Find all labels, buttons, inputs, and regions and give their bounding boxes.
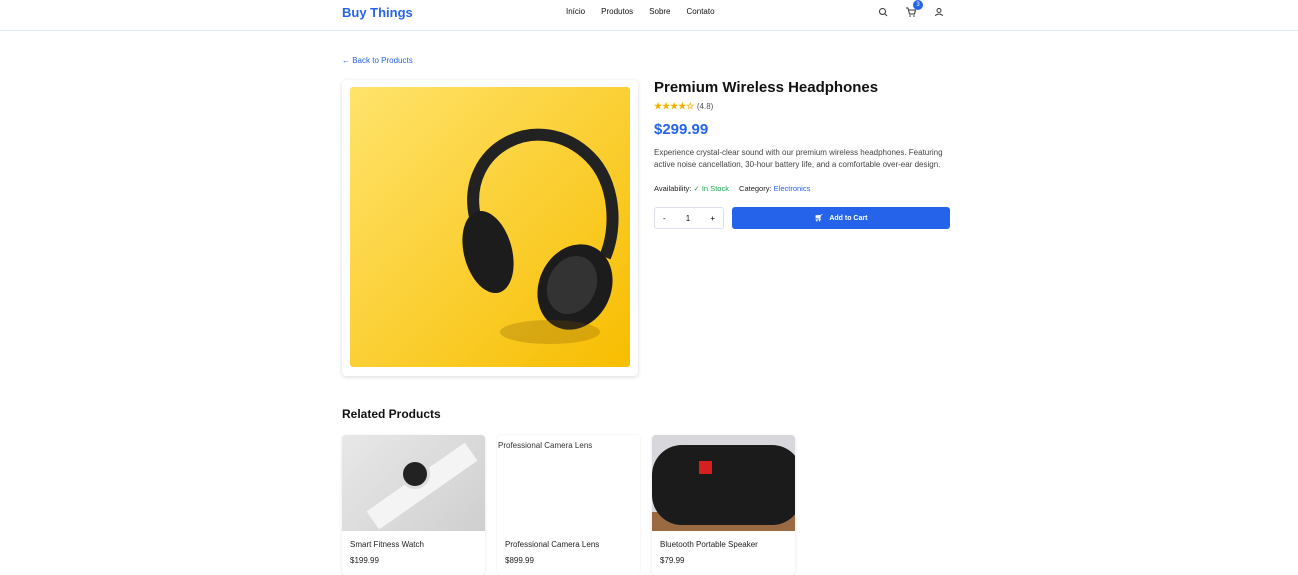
product-thumbnail-broken: Professional Camera Lens bbox=[497, 435, 640, 531]
related-product-card[interactable]: Professional Camera Lens Professional Ca… bbox=[497, 435, 640, 575]
cart-count-badge: 3 bbox=[913, 0, 923, 10]
product-name: Bluetooth Portable Speaker bbox=[660, 540, 758, 549]
quantity-value[interactable]: 1 bbox=[686, 214, 690, 223]
product-rating: ★★★★☆ (4.8) bbox=[654, 101, 713, 112]
decrease-quantity-button[interactable]: - bbox=[663, 214, 666, 223]
product-thumbnail bbox=[342, 435, 485, 531]
image-alt-text: Professional Camera Lens bbox=[498, 441, 593, 450]
related-product-card[interactable]: Bluetooth Portable Speaker $79.99 bbox=[652, 435, 795, 575]
navbar: Buy Things Início Produtos Sobre Contato… bbox=[0, 0, 1298, 31]
availability-status: ✓ In Stock bbox=[693, 184, 729, 193]
nav-link-contato[interactable]: Contato bbox=[687, 7, 715, 16]
product-description: Experience crystal-clear sound with our … bbox=[654, 148, 943, 169]
add-to-cart-button[interactable]: 🛒︎ Add to Cart bbox=[732, 207, 950, 229]
product-title: Premium Wireless Headphones bbox=[654, 79, 879, 96]
user-icon[interactable] bbox=[933, 6, 945, 18]
add-to-cart-label: Add to Cart bbox=[829, 215, 868, 222]
nav-links: Início Produtos Sobre Contato bbox=[566, 7, 715, 16]
nav-link-sobre[interactable]: Sobre bbox=[649, 7, 670, 16]
increase-quantity-button[interactable]: + bbox=[710, 214, 715, 223]
product-image-card bbox=[342, 80, 638, 376]
nav-link-inicio[interactable]: Início bbox=[566, 7, 585, 16]
related-products-title: Related Products bbox=[342, 407, 441, 421]
category-label: Category: bbox=[739, 184, 772, 193]
search-icon[interactable] bbox=[877, 6, 889, 18]
product-name: Smart Fitness Watch bbox=[350, 540, 424, 549]
back-to-products-link[interactable]: ← Back to Products bbox=[342, 56, 413, 65]
logo[interactable]: Buy Things bbox=[342, 5, 413, 20]
cart-icon: 🛒︎ bbox=[814, 215, 824, 222]
product-price: $899.99 bbox=[505, 556, 534, 565]
product-thumbnail bbox=[652, 435, 795, 531]
product-price: $199.99 bbox=[350, 556, 379, 565]
star-rating-icon: ★★★★☆ bbox=[654, 101, 695, 111]
product-meta: Availability: ✓ In Stock Category: Elect… bbox=[654, 184, 810, 193]
quantity-stepper: - 1 + bbox=[654, 207, 724, 229]
related-product-card[interactable]: Smart Fitness Watch $199.99 bbox=[342, 435, 485, 575]
availability-label: Availability: bbox=[654, 184, 692, 193]
nav-link-produtos[interactable]: Produtos bbox=[601, 7, 633, 16]
product-price: $299.99 bbox=[654, 121, 709, 138]
headphones-illustration bbox=[462, 128, 619, 344]
category-link[interactable]: Electronics bbox=[774, 184, 811, 193]
rating-value: (4.8) bbox=[696, 102, 714, 111]
product-name: Professional Camera Lens bbox=[505, 540, 600, 549]
product-price: $79.99 bbox=[660, 556, 685, 565]
product-image bbox=[350, 87, 630, 367]
